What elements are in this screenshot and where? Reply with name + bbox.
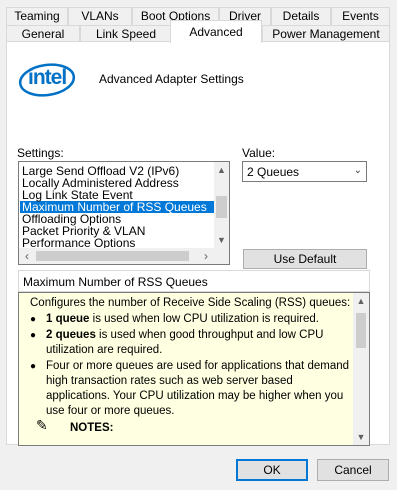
page-title: Advanced Adapter Settings [99, 72, 244, 86]
scroll-corner [214, 248, 229, 264]
cancel-button[interactable]: Cancel [317, 459, 389, 481]
intel-logo: intel [17, 59, 77, 101]
advanced-tab-panel: intel Advanced Adapter Settings Settings… [6, 41, 390, 446]
help-bullet-1-text: is used when low CPU utilization is requ… [89, 313, 319, 325]
chevron-down-icon[interactable]: ⌄ [354, 165, 362, 176]
settings-vertical-scrollbar[interactable]: ▲ ▼ [214, 162, 229, 248]
tab-events[interactable]: Events [331, 7, 390, 26]
tab-details[interactable]: Details [271, 7, 331, 26]
help-notes: ✎ NOTES: [30, 417, 351, 436]
help-notes-label: NOTES: [70, 422, 114, 434]
value-selected: 2 Queues [247, 165, 300, 179]
help-bullet-1-bold: 1 queue [46, 313, 90, 325]
value-label: Value: [242, 146, 276, 160]
scroll-down-icon[interactable]: ▼ [214, 232, 229, 248]
help-box[interactable]: Configures the number of Receive Side Sc… [18, 292, 370, 446]
tab-advanced[interactable]: Advanced [170, 20, 262, 43]
help-scroll-up-icon[interactable]: ▲ [353, 293, 369, 309]
scroll-right-icon[interactable]: › [198, 248, 214, 264]
settings-label: Settings: [17, 146, 64, 160]
help-title: Maximum Number of RSS Queues [18, 270, 370, 292]
settings-horizontal-scrollbar[interactable]: ‹ › [19, 248, 214, 264]
help-bullet-2: 2 queues is used when good throughput an… [30, 328, 351, 358]
use-default-button[interactable]: Use Default [243, 249, 367, 269]
settings-list: Large Send Offload V2 (IPv6) Locally Adm… [20, 165, 214, 249]
scroll-thumb[interactable] [216, 196, 227, 218]
help-content: Configures the number of Receive Side Sc… [30, 296, 351, 436]
tab-vlans[interactable]: VLANs [68, 7, 132, 26]
help-bullet-3: Four or more queues are used for applica… [30, 359, 351, 419]
help-bullet-2-bold: 2 queues [46, 329, 96, 341]
value-dropdown[interactable]: 2 Queues ⌄ [242, 161, 367, 182]
help-scroll-down-icon[interactable]: ▼ [353, 429, 369, 445]
help-scroll-thumb[interactable] [356, 313, 366, 348]
notepad-icon: ✎ [36, 417, 48, 433]
tab-teaming[interactable]: Teaming [6, 7, 68, 26]
settings-listbox[interactable]: Large Send Offload V2 (IPv6) Locally Adm… [18, 161, 230, 265]
scroll-up-icon[interactable]: ▲ [214, 162, 229, 178]
help-scrollbar[interactable]: ▲ ▼ [353, 293, 369, 445]
scroll-left-icon[interactable]: ‹ [19, 248, 35, 264]
help-bullet-1: 1 queue is used when low CPU utilization… [30, 312, 351, 327]
help-intro: Configures the number of Receive Side Sc… [30, 297, 351, 309]
ok-button[interactable]: OK [236, 459, 308, 481]
intel-logo-text: intel [28, 66, 67, 89]
h-scroll-thumb[interactable] [36, 251, 189, 261]
help-bullet-3-text: Four or more queues are used for applica… [46, 360, 350, 417]
